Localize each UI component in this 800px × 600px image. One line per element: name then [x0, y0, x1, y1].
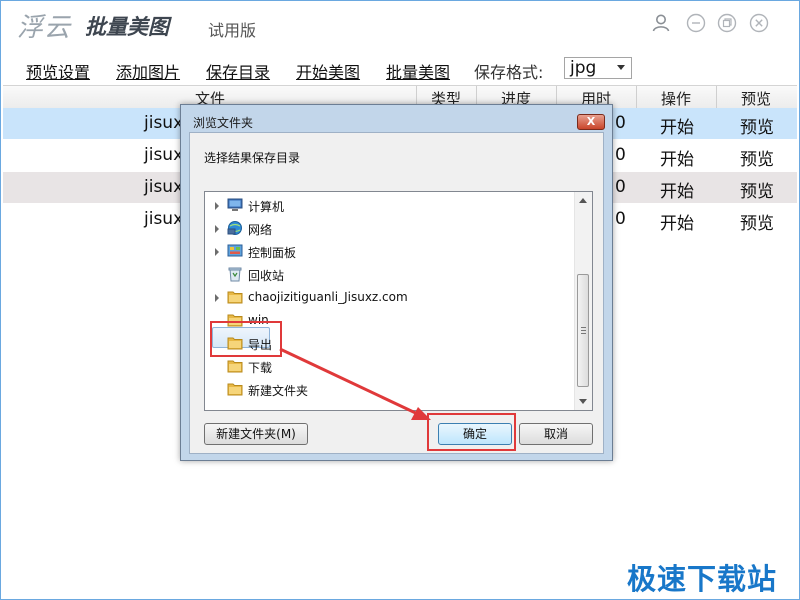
row-start-button[interactable]: 开始: [660, 113, 694, 138]
browse-folder-dialog: 浏览文件夹 X 选择结果保存目录 计算机 网络 控制面板 回收站 chaojiz…: [180, 104, 613, 461]
format-select[interactable]: jpg: [564, 57, 632, 79]
row-file: jisux: [144, 177, 184, 197]
row-start-button[interactable]: 开始: [660, 177, 694, 202]
row-time: 0: [615, 177, 626, 197]
tree-item-label: 回收站: [248, 269, 285, 283]
expand-arrow-icon[interactable]: [215, 225, 219, 233]
row-start-button[interactable]: 开始: [660, 145, 694, 170]
grip-line: [581, 333, 586, 334]
dialog-body: 选择结果保存目录 计算机 网络 控制面板 回收站 chaojizitiguanl…: [189, 132, 604, 454]
tree-item-label: 控制面板: [248, 246, 297, 260]
dialog-title: 浏览文件夹: [193, 116, 254, 130]
column-divider: [636, 86, 637, 108]
preview-settings-link[interactable]: 预览设置: [26, 59, 90, 83]
user-icon[interactable]: [651, 13, 671, 33]
batch-beautify-link[interactable]: 批量美图: [386, 59, 450, 83]
format-value: jpg: [570, 58, 597, 78]
format-label: 保存格式:: [474, 63, 544, 82]
dialog-description: 选择结果保存目录: [204, 151, 301, 165]
scrollbar-thumb[interactable]: [577, 274, 589, 387]
add-images-link[interactable]: 添加图片: [116, 59, 180, 83]
grip-line: [581, 330, 586, 331]
cancel-button[interactable]: 取消: [519, 423, 593, 445]
logo-name: 批量美图: [85, 15, 169, 39]
dialog-close-button[interactable]: X: [577, 114, 605, 130]
tree-item-label: chaojizitiguanli_Jisuxz.com: [248, 290, 408, 304]
close-icon[interactable]: [749, 13, 769, 33]
column-header-preview[interactable]: 预览: [741, 88, 771, 109]
row-preview-button[interactable]: 预览: [740, 145, 774, 170]
scroll-up-icon[interactable]: [579, 198, 587, 203]
minimize-icon[interactable]: [686, 13, 706, 33]
row-preview-button[interactable]: 预览: [740, 209, 774, 234]
recycle-bin-icon: [228, 267, 242, 282]
chevron-down-icon: [617, 65, 625, 70]
watermark-text: 极速下载站: [627, 562, 778, 596]
expand-arrow-icon[interactable]: [215, 202, 219, 210]
folder-icon: [227, 291, 243, 304]
row-file: jisux: [144, 145, 184, 165]
row-start-button[interactable]: 开始: [660, 209, 694, 234]
row-preview-button[interactable]: 预览: [740, 113, 774, 138]
annotation-box-export: [210, 321, 282, 357]
row-file: jisux: [144, 113, 184, 133]
folder-tree[interactable]: 计算机 网络 控制面板 回收站 chaojizitiguanli_Jisuxz.…: [204, 191, 593, 411]
row-file: jisux: [144, 209, 184, 229]
row-time: 0: [615, 145, 626, 165]
tree-item-label: 新建文件夹: [248, 384, 309, 398]
title-bar: 浮云 批量美图 试用版: [1, 1, 799, 47]
save-dir-link[interactable]: 保存目录: [206, 59, 270, 83]
grip-line: [581, 327, 586, 328]
column-divider: [716, 86, 717, 108]
row-time: 0: [615, 113, 626, 133]
tree-item-label: 下载: [248, 361, 273, 375]
start-beautify-link[interactable]: 开始美图: [296, 59, 360, 83]
folder-icon: [227, 383, 243, 396]
toolbar: 预览设置 添加图片 保存目录 开始美图 批量美图 保存格式:: [1, 55, 799, 83]
tree-item-label: 网络: [248, 223, 273, 237]
column-header-action[interactable]: 操作: [661, 88, 691, 109]
network-icon: [227, 221, 242, 235]
maximize-icon[interactable]: [717, 13, 737, 33]
computer-icon: [227, 198, 243, 211]
row-preview-button[interactable]: 预览: [740, 177, 774, 202]
annotation-box-ok: [427, 413, 516, 451]
new-folder-button[interactable]: 新建文件夹(M): [204, 423, 308, 445]
expand-arrow-icon[interactable]: [215, 248, 219, 256]
tree-item-label: 计算机: [248, 200, 285, 214]
expand-arrow-icon[interactable]: [215, 294, 219, 302]
edition-label: 试用版: [208, 21, 257, 40]
logo-prefix: 浮云: [17, 13, 72, 43]
control-panel-icon: [227, 244, 243, 257]
scroll-down-icon[interactable]: [579, 399, 587, 404]
tree-scrollbar[interactable]: [574, 192, 592, 410]
row-time: 0: [615, 209, 626, 229]
folder-icon: [227, 360, 243, 373]
